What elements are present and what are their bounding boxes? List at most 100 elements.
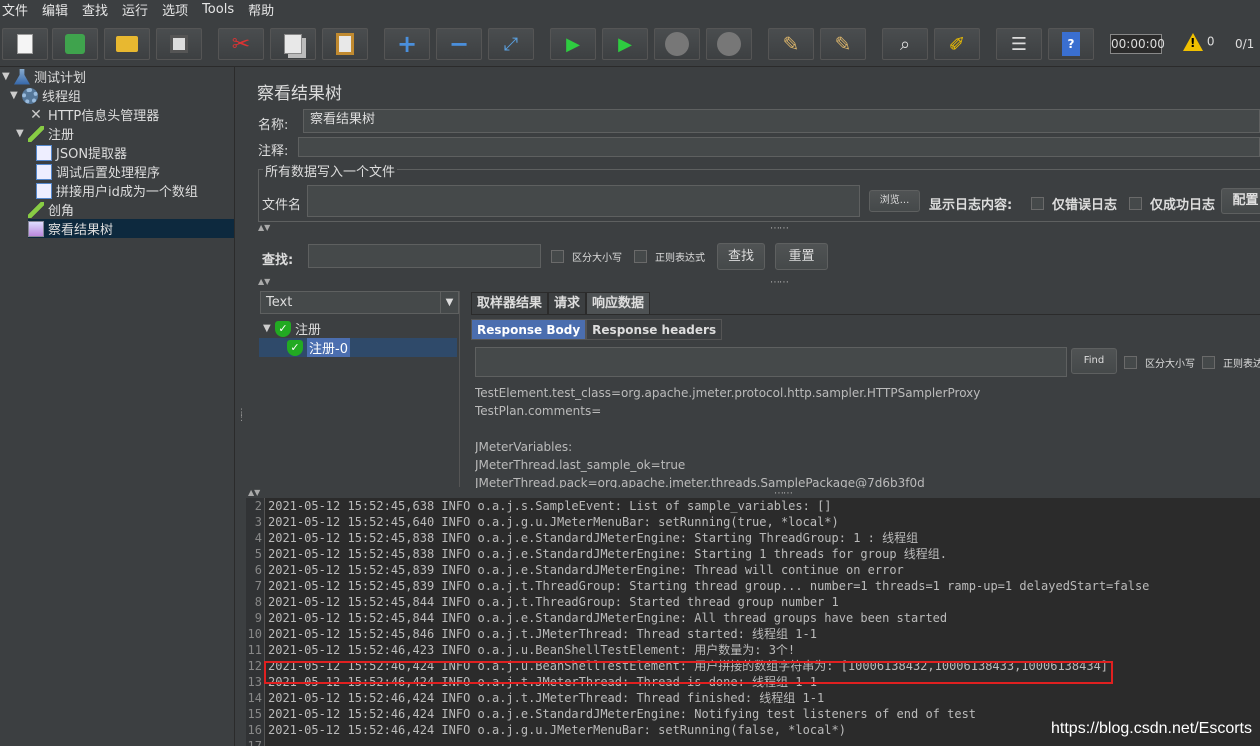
tab-response-headers[interactable]: Response headers <box>586 319 723 340</box>
collapse-arrows-icon[interactable]: ▲▼ <box>258 277 270 286</box>
find-button[interactable]: 查找 <box>717 243 765 270</box>
tree-item-view-results-tree[interactable]: 察看结果树 <box>28 219 234 238</box>
inner-splitter[interactable] <box>459 291 467 487</box>
menu-help[interactable]: 帮助 <box>246 0 280 19</box>
write-to-file-section: 所有数据写入一个文件 文件名 浏览... 显示日志内容: 仅错误日志 仅成功日志… <box>258 161 1260 222</box>
tab-sampler-result[interactable]: 取样器结果 <box>471 292 549 314</box>
response-line: TestElement.test_class=org.apache.jmeter… <box>475 386 981 400</box>
collapse-arrows-icon[interactable]: ▲▼ <box>248 488 260 497</box>
tree-splitter[interactable]: ⋮ ⋮ <box>234 67 246 746</box>
log-label: 显示日志内容: <box>929 198 1013 213</box>
log-line: 11 2021-05-12 15:52:46,423 INFO o.a.j.u.B… <box>247 643 796 657</box>
splitter-dots-icon[interactable]: ⋯⋯ <box>770 277 789 288</box>
play-no-pause-icon: ▶ <box>618 33 632 55</box>
response-case-checkbox[interactable]: 区分大小写 <box>1124 355 1195 370</box>
paste-button[interactable] <box>322 28 368 60</box>
menu-run[interactable]: 运行 <box>120 0 154 19</box>
search-input[interactable] <box>308 244 541 268</box>
minus-icon: − <box>448 30 470 58</box>
expand-button[interactable]: + <box>384 28 430 60</box>
paste-icon <box>336 33 354 55</box>
start-no-pause-button[interactable]: ▶ <box>602 28 648 60</box>
expand-arrow-icon[interactable]: ▼ <box>263 323 275 334</box>
log-line: 17 <box>247 739 262 746</box>
errors-only-checkbox[interactable]: 仅错误日志 <box>1031 194 1117 213</box>
new-button[interactable] <box>2 28 48 60</box>
shutdown-icon <box>717 32 741 56</box>
menu-file[interactable]: 文件 <box>0 0 34 19</box>
binoculars-icon: ⌕ <box>899 33 911 55</box>
sample-node-register[interactable]: ▼ ✓ 注册 <box>263 319 321 338</box>
warning-icon <box>1183 33 1203 51</box>
response-search-input[interactable] <box>475 347 1067 377</box>
shutdown-button[interactable] <box>706 28 752 60</box>
save-button[interactable] <box>156 28 202 60</box>
case-sensitive-checkbox[interactable]: 区分大小写 <box>551 249 622 264</box>
sample-node-register-0[interactable]: ✓ 注册-0 <box>259 338 457 357</box>
tree-item-test-plan[interactable]: ▼ 测试计划 <box>2 67 86 86</box>
tree-item-debug-postprocessor[interactable]: 调试后置处理程序 <box>36 162 160 181</box>
menu-tools[interactable]: Tools <box>200 2 240 17</box>
warning-counter[interactable]: 0 <box>1183 33 1214 51</box>
name-field[interactable]: 察看结果树 <box>303 109 1260 133</box>
toolbar: ✂ + − ⤢ ▶ ▶ ✎ ✎ ⌕ ✐ ☰ ? 00:00:00 0 0/1 <box>0 19 1260 67</box>
collapse-button[interactable]: − <box>436 28 482 60</box>
menu-options[interactable]: 选项 <box>160 0 194 19</box>
response-line: JMeterThread.pack=org.apache.jmeter.thre… <box>475 476 925 488</box>
watermark: https://blog.csdn.net/Escorts <box>1051 720 1252 737</box>
response-line <box>475 420 1260 438</box>
response-regex-checkbox[interactable]: 正则表达 <box>1202 355 1260 370</box>
success-shield-icon: ✓ <box>287 339 303 356</box>
response-subtabs: Response Body Response headers <box>471 319 723 340</box>
play-icon: ▶ <box>566 33 580 55</box>
clear-button[interactable]: ✎ <box>768 28 814 60</box>
toggle-button[interactable]: ⤢ <box>488 28 534 60</box>
collapse-arrows-icon[interactable]: ▲▼ <box>258 223 270 232</box>
search-button[interactable]: ⌕ <box>882 28 928 60</box>
tree-item-join-user-ids[interactable]: 拼接用户id成为一个数组 <box>36 181 198 200</box>
renderer-select[interactable]: Text ▼ <box>260 291 459 314</box>
reset-search-button[interactable]: ✐ <box>934 28 980 60</box>
filename-field[interactable] <box>307 185 860 217</box>
pipette-icon <box>28 201 44 218</box>
start-button[interactable]: ▶ <box>550 28 596 60</box>
tree-item-http-header-manager[interactable]: ✕ HTTP信息头管理器 <box>28 105 159 125</box>
broom-clear-all-icon: ✎ <box>834 32 852 56</box>
templates-button[interactable] <box>52 28 98 60</box>
log-line: 7 2021-05-12 15:52:45,839 INFO o.a.j.t.Th… <box>254 579 1150 593</box>
function-helper-button[interactable]: ☰ <box>996 28 1042 60</box>
expand-arrow-icon[interactable]: ▼ <box>10 90 22 101</box>
clear-all-button[interactable]: ✎ <box>820 28 866 60</box>
response-line: TestPlan.comments= <box>475 404 602 418</box>
tree-item-thread-group[interactable]: ▼ 线程组 <box>10 86 81 105</box>
tab-request[interactable]: 请求 <box>548 292 587 314</box>
stop-button[interactable] <box>654 28 700 60</box>
regex-checkbox[interactable]: 正则表达式 <box>634 249 705 264</box>
configure-button[interactable]: 配置 <box>1221 188 1260 214</box>
menu-edit[interactable]: 编辑 <box>40 0 74 19</box>
chevron-down-icon: ▼ <box>440 292 458 313</box>
browse-button[interactable]: 浏览... <box>869 190 920 212</box>
tab-response-body[interactable]: Response Body <box>471 319 587 340</box>
open-button[interactable] <box>104 28 150 60</box>
copy-icon <box>284 34 302 54</box>
comment-label: 注释: <box>258 144 289 159</box>
expand-arrow-icon[interactable]: ▼ <box>16 128 28 139</box>
splitter-dots-icon[interactable]: ⋯⋯ <box>770 223 789 234</box>
success-only-checkbox[interactable]: 仅成功日志 <box>1129 194 1215 213</box>
cut-button[interactable]: ✂ <box>218 28 264 60</box>
copy-button[interactable] <box>270 28 316 60</box>
help-button[interactable]: ? <box>1048 28 1094 60</box>
comment-field[interactable] <box>298 137 1260 157</box>
tree-item-create-role[interactable]: 创角 <box>28 200 74 219</box>
tree-item-register[interactable]: ▼ 注册 <box>16 124 74 143</box>
response-find-button[interactable]: Find <box>1071 348 1117 374</box>
gear-icon <box>22 87 38 104</box>
reset-button[interactable]: 重置 <box>775 243 828 270</box>
expand-arrow-icon[interactable]: ▼ <box>2 71 14 82</box>
wrench-icon: ✕ <box>30 106 42 123</box>
stop-icon <box>665 32 689 56</box>
tab-response-data[interactable]: 响应数据 <box>586 292 651 314</box>
menu-search[interactable]: 查找 <box>80 0 114 19</box>
tree-item-json-extractor[interactable]: JSON提取器 <box>36 143 127 162</box>
